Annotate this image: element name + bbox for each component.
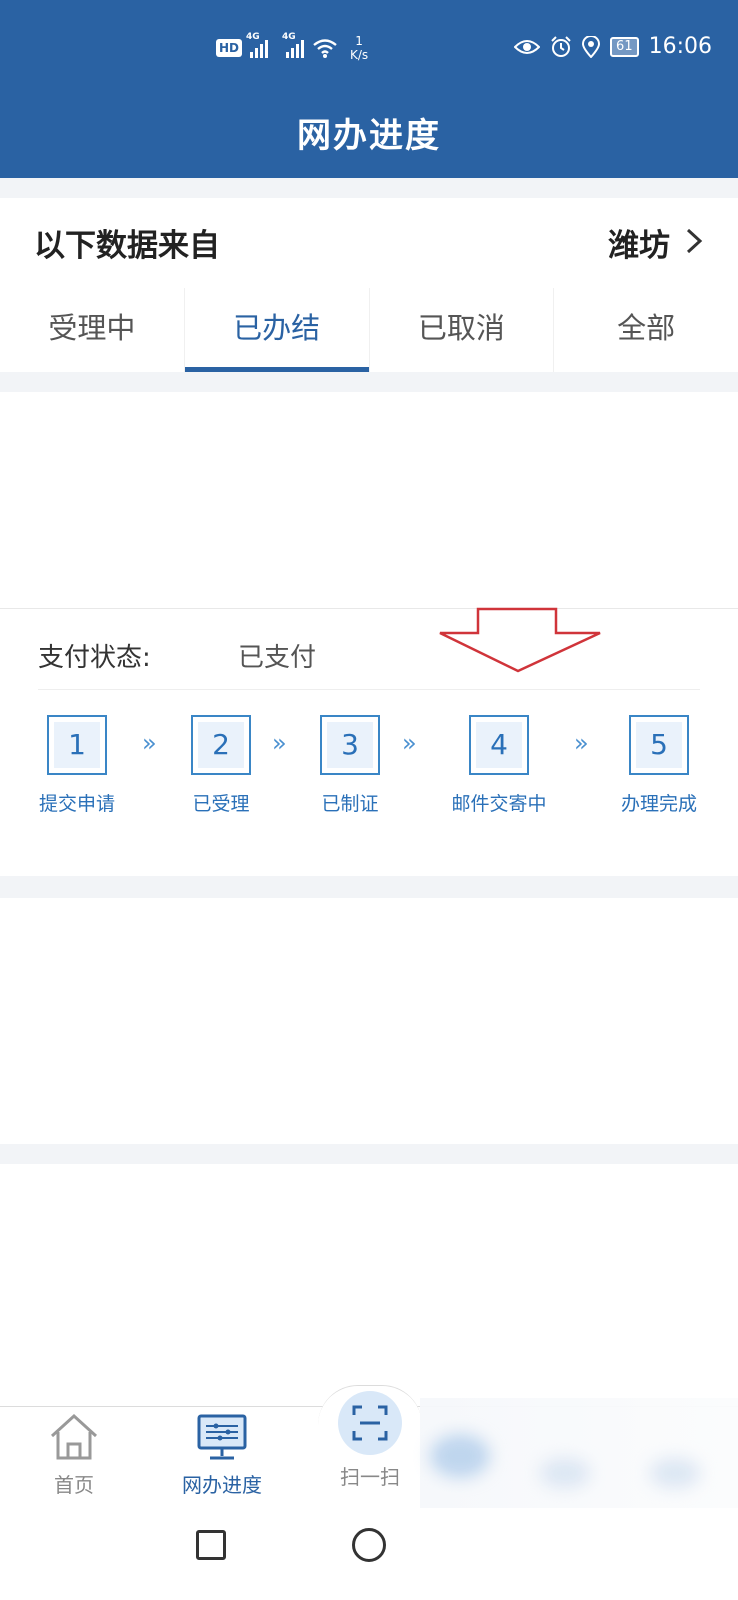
step-number-box: 1 [47, 715, 107, 775]
hd-badge: HD [216, 39, 243, 57]
scan-button[interactable] [338, 1391, 402, 1455]
eye-icon [514, 39, 541, 54]
tab-all[interactable]: 全部 [554, 288, 738, 372]
step-label: 已制证 [321, 793, 379, 815]
system-nav-bar [0, 1508, 738, 1600]
step-number-box: 2 [191, 715, 251, 775]
nav-progress[interactable]: 网办进度 [162, 1407, 282, 1498]
status-bar: HD 4G 4G 1 K/s 61 16:06 [0, 30, 738, 74]
tab-processing[interactable]: 受理中 [0, 288, 185, 372]
network-speed: 1 K/s [350, 34, 368, 62]
step-3: 3 已制证 [308, 715, 392, 816]
blurred-shape [540, 1458, 590, 1488]
progress-card[interactable]: 支付状态: 已支付 1 提交申请 » 2 已受理 » 3 已制证 » 4 邮件交… [0, 607, 738, 876]
location-icon [582, 35, 601, 58]
nav-home[interactable]: 首页 [14, 1407, 134, 1498]
blurred-shape [650, 1458, 700, 1488]
network-speed-value: 1 [355, 34, 363, 48]
nav-label: 网办进度 [182, 1473, 262, 1497]
scan-icon [352, 1405, 388, 1441]
payment-status-label: 支付状态: [38, 643, 151, 673]
down-arrow-annotation-icon [439, 607, 601, 673]
step-separator-icon: » [142, 729, 157, 757]
nav-label: 扫一扫 [340, 1465, 400, 1489]
tab-cancelled[interactable]: 已取消 [370, 288, 555, 372]
step-number: 1 [54, 722, 100, 768]
cell-signal-icon: 4G [246, 32, 269, 58]
clock: 16:06 [648, 34, 712, 59]
spacer [0, 1144, 738, 1164]
network-speed-unit: K/s [350, 48, 369, 62]
data-source-city[interactable]: 潍坊 [608, 220, 670, 265]
step-number: 2 [198, 722, 244, 768]
wifi-icon [313, 39, 337, 58]
chevron-right-icon[interactable] [678, 226, 708, 256]
step-number: 4 [476, 722, 522, 768]
blurred-shape [430, 1434, 490, 1478]
step-4: 4 邮件交寄中 [448, 715, 550, 816]
step-label: 提交申请 [38, 793, 115, 815]
step-number-box: 3 [320, 715, 380, 775]
data-source-row[interactable]: 以下数据来自 潍坊 [0, 198, 738, 286]
cell-signal-icon-2: 4G [282, 32, 305, 58]
step-number: 3 [327, 722, 373, 768]
status-left: HD 4G 4G 1 K/s [216, 32, 368, 62]
page-title: 网办进度 [297, 116, 441, 156]
step-number-box: 5 [629, 715, 689, 775]
step-separator-icon: » [272, 729, 287, 757]
progress-monitor-icon [197, 1414, 247, 1460]
home-button-icon[interactable] [352, 1528, 386, 1562]
status-tabs: 受理中 已办结 已取消 全部 [0, 288, 738, 372]
step-5: 5 办理完成 [616, 715, 702, 816]
step-separator-icon: » [402, 729, 417, 757]
signal-type-label: 4G [246, 32, 260, 42]
home-icon [50, 1413, 98, 1460]
status-right: 61 16:06 [514, 34, 712, 59]
app-header: HD 4G 4G 1 K/s 61 16:06 网办进度 [0, 0, 738, 178]
step-label: 已受理 [192, 793, 250, 815]
payment-status-value: 已支付 [238, 643, 317, 673]
tab-completed[interactable]: 已办结 [184, 288, 370, 372]
card-divider [38, 689, 700, 690]
step-label: 邮件交寄中 [451, 793, 547, 815]
spacer [0, 372, 738, 392]
spacer [0, 876, 738, 898]
alarm-icon [551, 35, 571, 57]
step-2: 2 已受理 [179, 715, 263, 816]
step-separator-icon: » [574, 729, 589, 757]
step-label: 办理完成 [620, 793, 697, 815]
step-1: 1 提交申请 [36, 715, 118, 816]
step-number: 5 [636, 722, 682, 768]
recent-apps-icon[interactable] [196, 1530, 226, 1560]
data-source-label: 以下数据来自 [34, 228, 220, 264]
nav-label: 首页 [54, 1473, 94, 1497]
signal-type-label-2: 4G [282, 32, 296, 42]
spacer [0, 178, 738, 198]
nav-scan[interactable]: 扫一扫 [310, 1391, 430, 1490]
step-number-box: 4 [469, 715, 529, 775]
battery-indicator: 61 [610, 36, 639, 57]
